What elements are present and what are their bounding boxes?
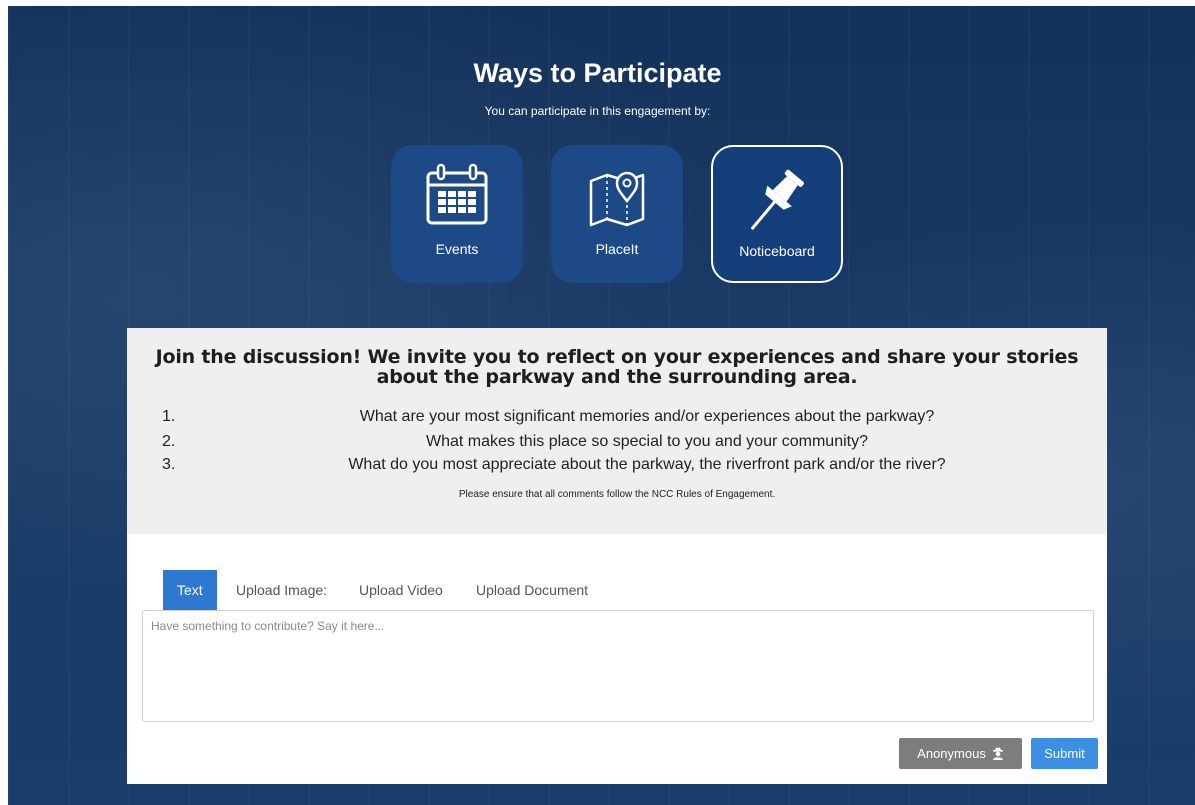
question-number: 3. [162, 456, 176, 473]
question-text: What are your most significant memories … [359, 408, 935, 425]
comment-input[interactable] [142, 610, 1094, 722]
question-text: What makes this place so special to you … [426, 433, 868, 450]
events-tile[interactable]: Events [391, 145, 523, 283]
placeit-label: PlaceIt [595, 241, 639, 257]
events-label: Events [435, 241, 479, 257]
tab-upload-document[interactable]: Upload Document [476, 570, 588, 610]
noticeboard-tile[interactable]: Noticeboard [711, 145, 843, 283]
page-title: Ways to Participate [473, 58, 722, 88]
tab-upload-video[interactable]: Upload Video [359, 570, 443, 610]
discussion-prompt: Join the discussion! We invite you to re… [127, 328, 1107, 534]
pushpin-icon [751, 169, 804, 230]
anonymous-button[interactable]: Anonymous [899, 738, 1022, 769]
map-pin-icon [589, 171, 645, 227]
question-item: 1. What are your most significant memori… [127, 408, 1107, 430]
question-number: 2. [162, 433, 176, 450]
discussion-heading: Join the discussion! We invite you to re… [155, 346, 1079, 388]
page-subtitle: You can participate in this engagement b… [484, 104, 711, 118]
placeit-tile[interactable]: PlaceIt [551, 145, 683, 283]
calendar-icon [426, 163, 488, 225]
noticeboard-label: Noticeboard [739, 243, 815, 259]
question-item: 3. What do you most appreciate about the… [127, 456, 1107, 478]
tab-text[interactable]: Text [163, 570, 217, 610]
submit-button[interactable]: Submit [1031, 738, 1098, 769]
rules-note: Please ensure that all comments follow t… [458, 489, 776, 500]
question-number: 1. [162, 408, 176, 425]
tab-upload-image[interactable]: Upload Image: [236, 570, 327, 610]
question-text: What do you most appreciate about the pa… [348, 456, 946, 473]
anonymous-label: Anonymous [917, 746, 986, 761]
question-item: 2. What makes this place so special to y… [127, 433, 1107, 455]
anonymous-user-icon [992, 747, 1003, 760]
noticeboard-panel: Join the discussion! We invite you to re… [127, 328, 1107, 784]
